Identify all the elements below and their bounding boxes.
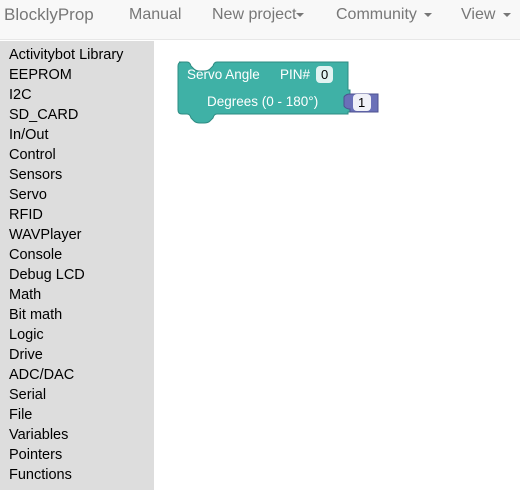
toolbox-category-console[interactable]: Console xyxy=(0,245,154,265)
nav-community-dropdown[interactable]: Community xyxy=(336,0,433,40)
nav-view-label: View xyxy=(461,6,496,23)
toolbox-category-eeprom[interactable]: EEPROM xyxy=(0,65,154,85)
nav-new-project-label: New project xyxy=(212,6,297,23)
caret-down-icon xyxy=(424,12,433,17)
toolbox-category-in-out[interactable]: In/Out xyxy=(0,125,154,145)
nav-community-label: Community xyxy=(336,6,417,23)
toolbox-category-sensors[interactable]: Sensors xyxy=(0,165,154,185)
toolbox-category-variables[interactable]: Variables xyxy=(0,425,154,445)
toolbox-category-file[interactable]: File xyxy=(0,405,154,425)
caret-down-icon xyxy=(296,12,305,17)
toolbox-category-functions[interactable]: Functions xyxy=(0,465,154,485)
toolbox-category-wavplayer[interactable]: WAVPlayer xyxy=(0,225,154,245)
toolbox-category-rfid[interactable]: RFID xyxy=(0,205,154,225)
servo-angle-block-group[interactable]: Servo Angle PIN# 0 Degrees (0 - 180°) 1 xyxy=(170,58,390,128)
toolbox-category-control[interactable]: Control xyxy=(0,145,154,165)
nav-new-project-dropdown[interactable]: New project xyxy=(212,0,305,40)
toolbox-category-activitybot-library[interactable]: Activitybot Library xyxy=(0,45,154,65)
toolbox-category-pointers[interactable]: Pointers xyxy=(0,445,154,465)
blockly-toolbox: Activitybot Library EEPROM I2C SD_CARD I… xyxy=(0,41,154,490)
toolbox-category-bit-math[interactable]: Bit math xyxy=(0,305,154,325)
servo-pin-value: 0 xyxy=(321,67,328,82)
number-value-text: 1 xyxy=(358,95,365,110)
toolbox-category-i2c[interactable]: I2C xyxy=(0,85,154,105)
brand-link[interactable]: BlocklyProp xyxy=(4,0,94,40)
servo-degrees-label: Degrees (0 - 180°) xyxy=(207,94,318,109)
toolbox-category-debug-lcd[interactable]: Debug LCD xyxy=(0,265,154,285)
toolbox-category-drive[interactable]: Drive xyxy=(0,345,154,365)
toolbox-category-servo[interactable]: Servo xyxy=(0,185,154,205)
toolbox-category-adc-dac[interactable]: ADC/DAC xyxy=(0,365,154,385)
nav-view-dropdown[interactable]: View xyxy=(461,0,511,40)
toolbox-category-sd-card[interactable]: SD_CARD xyxy=(0,105,154,125)
navbar: BlocklyProp Manual New project Community… xyxy=(0,0,520,40)
toolbox-category-serial[interactable]: Serial xyxy=(0,385,154,405)
toolbox-category-math[interactable]: Math xyxy=(0,285,154,305)
servo-pin-label: PIN# xyxy=(280,67,311,82)
servo-angle-title: Servo Angle xyxy=(187,67,260,82)
toolbox-category-logic[interactable]: Logic xyxy=(0,325,154,345)
nav-manual[interactable]: Manual xyxy=(129,0,181,40)
caret-down-icon xyxy=(502,12,511,17)
nav-manual-label: Manual xyxy=(129,6,182,23)
